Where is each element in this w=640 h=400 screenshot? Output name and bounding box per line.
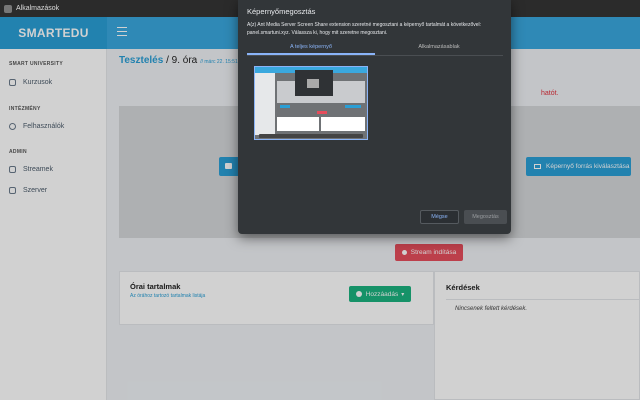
thumbnail-dock <box>259 134 363 138</box>
screen-share-dialog: Képernyőmegosztás A(z) Ant Media Server … <box>238 0 511 234</box>
dialog-description: A(z) Ant Media Server Screen Share exten… <box>247 22 482 36</box>
cancel-button[interactable]: Mégse <box>420 210 459 224</box>
window-title: Alkalmazások <box>16 5 60 12</box>
tab-divider <box>247 55 503 56</box>
apps-icon <box>4 4 12 13</box>
screen-thumbnail[interactable] <box>254 66 368 140</box>
thumbnail-window-content <box>307 79 319 88</box>
thumbnail-button <box>345 105 361 108</box>
thumbnail-card <box>321 117 365 131</box>
thumbnail-button <box>280 105 290 108</box>
share-button[interactable]: Megosztás <box>464 210 507 224</box>
tab-application-window[interactable]: Alkalmazásablak <box>375 44 503 50</box>
tab-entire-screen[interactable]: A teljes képernyő <box>247 44 375 50</box>
thumbnail-sidebar <box>255 73 275 135</box>
thumbnail-card <box>277 117 319 131</box>
thumbnail-button <box>317 111 327 114</box>
active-tab-indicator <box>247 53 375 55</box>
dialog-title: Képernyőmegosztás <box>247 7 316 16</box>
